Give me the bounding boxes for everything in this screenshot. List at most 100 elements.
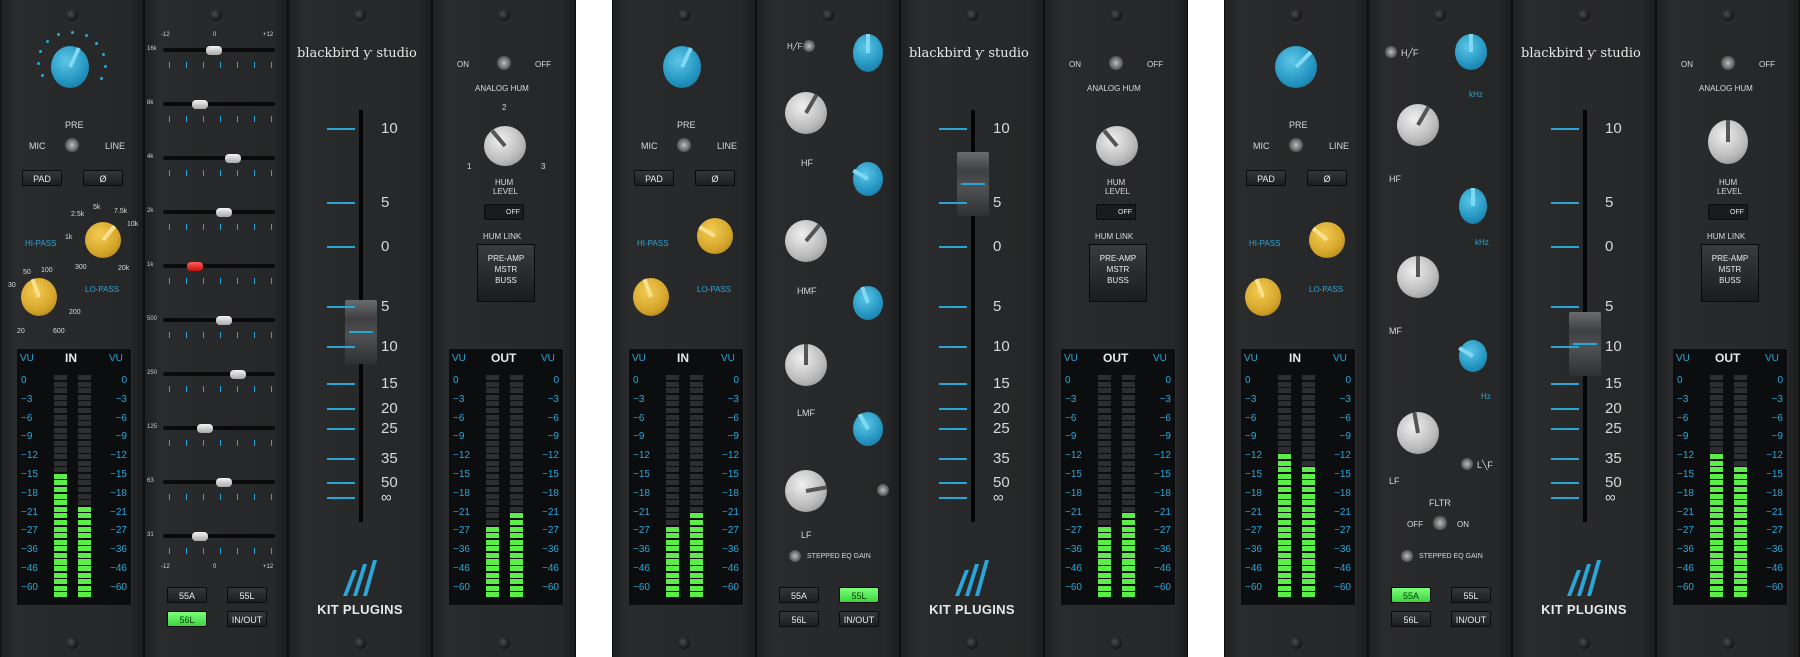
meter-segment bbox=[690, 493, 703, 499]
preamp-mstr-buss-button[interactable]: PRE-AMP MSTR BUSS bbox=[477, 244, 535, 302]
meter-scale-label: 0 bbox=[1065, 375, 1071, 386]
lmf-freq-knob[interactable] bbox=[853, 286, 883, 320]
eq-band-slider[interactable] bbox=[215, 316, 232, 325]
fader-cap[interactable] bbox=[957, 152, 989, 216]
hi-pass-knob[interactable] bbox=[633, 278, 669, 316]
eq-tick bbox=[271, 116, 272, 122]
mode-55a-button[interactable]: 55A bbox=[1391, 587, 1431, 603]
fader-tick bbox=[939, 458, 967, 460]
mode-55l-button[interactable]: 55L bbox=[227, 587, 267, 603]
meter-segment bbox=[1098, 566, 1111, 572]
mode-56l-button[interactable]: 56L bbox=[167, 611, 207, 627]
stepped-eq-toggle[interactable] bbox=[789, 550, 801, 562]
off-label: OFF bbox=[1147, 60, 1163, 69]
eq-band-slider[interactable] bbox=[215, 478, 232, 487]
mode-55a-button[interactable]: 55A bbox=[779, 587, 819, 603]
analog-hum-switch[interactable] bbox=[1721, 56, 1735, 70]
hmf-freq-knob[interactable] bbox=[852, 162, 883, 196]
mode-55l-button[interactable]: 55L bbox=[839, 587, 879, 603]
analog-hum-switch[interactable] bbox=[1109, 56, 1123, 70]
meter-segment bbox=[690, 572, 703, 578]
eq-band-slider[interactable] bbox=[191, 100, 208, 109]
lf-shelf-toggle[interactable] bbox=[877, 484, 889, 496]
lo-pass-knob[interactable] bbox=[85, 222, 121, 258]
meter-segment bbox=[78, 592, 91, 598]
hf-shelf-toggle[interactable] bbox=[803, 40, 815, 52]
hum-toggle[interactable]: OFF bbox=[1096, 204, 1136, 220]
eq-band-slider[interactable] bbox=[191, 532, 208, 541]
analog-hum-switch[interactable] bbox=[497, 56, 511, 70]
lf-shelf-toggle[interactable] bbox=[1461, 458, 1473, 470]
meter-scale-label: −60 bbox=[1154, 581, 1171, 593]
eq-tick bbox=[237, 170, 238, 176]
screw-icon bbox=[678, 637, 690, 649]
hi-pass-knob[interactable] bbox=[1245, 278, 1281, 316]
meter-segment bbox=[666, 434, 679, 440]
pad-button[interactable]: PAD bbox=[22, 170, 62, 186]
hmf-gain-knob[interactable] bbox=[785, 220, 827, 262]
hf-freq-knob[interactable] bbox=[1455, 34, 1487, 70]
meter-scale-label: −18 bbox=[1334, 487, 1351, 499]
preamp-mstr-buss-button[interactable]: PRE-AMP MSTR BUSS bbox=[1701, 244, 1759, 302]
fader-tick bbox=[939, 246, 967, 248]
meter-segment bbox=[1098, 401, 1111, 407]
lmf-gain-knob[interactable] bbox=[785, 344, 827, 386]
mic-line-switch[interactable] bbox=[1289, 138, 1303, 152]
hum-toggle[interactable]: OFF bbox=[1708, 204, 1748, 220]
mf-gain-knob[interactable] bbox=[1397, 256, 1439, 298]
gain-knob[interactable] bbox=[1275, 46, 1317, 88]
fader-scale-label: 10 bbox=[381, 120, 398, 137]
mic-line-switch[interactable] bbox=[65, 138, 79, 152]
meter-segment bbox=[1710, 434, 1723, 440]
phase-button[interactable]: Ø bbox=[695, 170, 735, 186]
eq-band-slider[interactable] bbox=[225, 154, 242, 163]
lo-pass-knob[interactable] bbox=[1309, 222, 1345, 258]
hf-gain-knob[interactable] bbox=[785, 92, 827, 134]
pad-button[interactable]: PAD bbox=[634, 170, 674, 186]
eq-band-slider[interactable] bbox=[187, 262, 203, 271]
hum-toggle[interactable]: OFF bbox=[484, 204, 524, 220]
in-out-button[interactable]: IN/OUT bbox=[1451, 611, 1491, 627]
hf-gain-knob[interactable] bbox=[1397, 104, 1439, 146]
meter-scale-label: −15 bbox=[1766, 469, 1783, 480]
hum-level-knob[interactable] bbox=[1708, 120, 1748, 164]
hi-pass-knob[interactable] bbox=[21, 278, 57, 316]
lf-gain-knob[interactable] bbox=[785, 470, 828, 512]
lf-freq-knob[interactable] bbox=[853, 412, 883, 446]
gain-knob[interactable] bbox=[663, 46, 701, 88]
hum-level-knob[interactable] bbox=[484, 126, 526, 166]
lo-pass-knob[interactable] bbox=[697, 218, 733, 254]
eq-band-slider[interactable] bbox=[230, 370, 247, 379]
eq-band-slider[interactable] bbox=[206, 46, 223, 55]
hp-tick: 50 bbox=[23, 269, 31, 276]
fltr-switch[interactable] bbox=[1433, 516, 1447, 530]
meter-segment bbox=[54, 539, 67, 545]
fader-cap[interactable] bbox=[345, 300, 377, 364]
hf-freq-knob[interactable] bbox=[853, 34, 883, 72]
fader-cap[interactable] bbox=[1569, 312, 1601, 376]
mf-freq-knob[interactable] bbox=[1459, 188, 1487, 224]
preamp-mstr-buss-button[interactable]: PRE-AMP MSTR BUSS bbox=[1089, 244, 1147, 302]
phase-button[interactable]: Ø bbox=[83, 170, 123, 186]
mode-55l-button[interactable]: 55L bbox=[1451, 587, 1491, 603]
mode-55a-button[interactable]: 55A bbox=[167, 587, 207, 603]
lf-gain-knob[interactable] bbox=[1397, 411, 1439, 454]
gain-knob[interactable] bbox=[51, 46, 89, 88]
mic-line-switch[interactable] bbox=[677, 138, 691, 152]
lf-freq-knob[interactable] bbox=[1458, 340, 1487, 372]
eq-band-slider[interactable] bbox=[196, 424, 213, 433]
mode-56l-button[interactable]: 56L bbox=[1391, 611, 1431, 627]
fader-tick bbox=[939, 383, 967, 385]
meter-segment bbox=[78, 460, 91, 466]
hf-shelf-toggle[interactable] bbox=[1385, 46, 1397, 58]
phase-button[interactable]: Ø bbox=[1307, 170, 1347, 186]
in-out-button[interactable]: IN/OUT bbox=[227, 611, 267, 627]
eq-band-slider[interactable] bbox=[215, 208, 232, 217]
in-out-button[interactable]: IN/OUT bbox=[839, 611, 879, 627]
meter-segment bbox=[1122, 579, 1135, 585]
mode-56l-button[interactable]: 56L bbox=[779, 611, 819, 627]
meter-segment bbox=[1734, 579, 1747, 585]
hum-level-knob[interactable] bbox=[1096, 126, 1138, 166]
pad-button[interactable]: PAD bbox=[1246, 170, 1286, 186]
stepped-eq-toggle[interactable] bbox=[1401, 550, 1413, 562]
